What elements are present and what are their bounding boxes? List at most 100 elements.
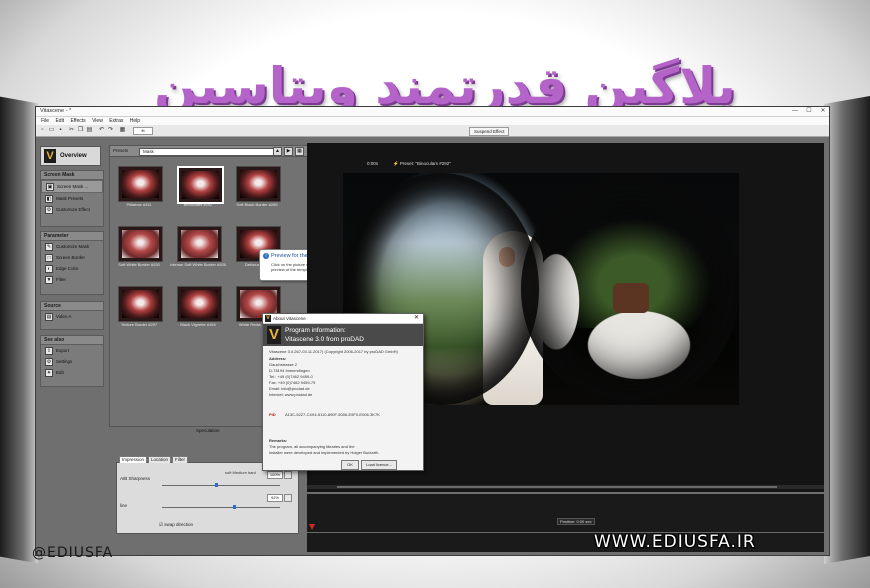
tab-impression[interactable]: Impression (119, 456, 148, 463)
vitascene-logo-icon: V (267, 326, 281, 344)
export-item[interactable]: ⇪ Export (41, 345, 103, 356)
customize-mask-item[interactable]: ✎ Customize Mask (41, 241, 103, 252)
tab-filter[interactable]: Filter (172, 456, 189, 463)
border-icon: □ (45, 253, 53, 262)
maximize-button[interactable]: ☐ (805, 107, 813, 116)
menu-view[interactable]: View (92, 117, 103, 125)
sharpness-slider[interactable] (162, 483, 280, 487)
copy-icon[interactable]: ❐ (77, 127, 84, 134)
preset-up-icon[interactable]: ▲ (273, 147, 282, 156)
menu-effects[interactable]: Effects (70, 117, 85, 125)
dialog-close-button[interactable]: ✕ (414, 314, 419, 323)
source-panel: Source ▤ Video A (40, 301, 104, 330)
address-line: D-78194 Immendingen (269, 368, 310, 373)
preset-caption: Pillarbox #311 (126, 202, 152, 207)
line-spinner[interactable] (284, 494, 292, 502)
preset-image (240, 170, 277, 198)
preset-grid-icon[interactable]: ▦ (295, 147, 304, 156)
title-bar: Vitascene - * — ☐ ✕ (36, 107, 829, 117)
menu-bar: File Edit Effects View Extras Help (36, 117, 829, 125)
preset-thumb[interactable] (177, 226, 222, 262)
menu-edit[interactable]: Edit (55, 117, 64, 125)
new-file-icon[interactable]: ▫ (39, 127, 46, 134)
right-bevel-decoration (824, 95, 870, 565)
preset-image (181, 230, 218, 258)
edit-label: Edit (56, 370, 64, 375)
pid-value: A13C-5227-C4X4-5110-890F-5006-E5F0-E006-… (285, 412, 380, 417)
parameter-editor: Impression Location Filter soft Medium h… (116, 456, 299, 534)
sharpness-slider-knob[interactable] (215, 483, 219, 487)
gear-icon: ⚙ (45, 205, 53, 214)
preset-play-icon[interactable]: ▶ (284, 147, 293, 156)
preset-thumb-selected[interactable] (177, 166, 224, 204)
version-text: Vitascene 3.0.267-03.11.2017) (Copyright… (269, 349, 398, 354)
preset-thumb[interactable] (177, 286, 222, 322)
close-button[interactable]: ✕ (819, 107, 827, 116)
preset-image (122, 170, 159, 198)
preset-buttons: ▲ ▶ ▦ (273, 147, 304, 156)
toolbar: ▫ ▭ ▪ ✂ ❐ ▤ ↶ ↷ ▦ fit Suspend Effect (36, 125, 829, 137)
zoom-select[interactable]: fit (133, 127, 153, 135)
export-label: Export (56, 348, 70, 353)
screen-border-item[interactable]: □ Screen Border (41, 252, 103, 263)
line-slider-knob[interactable] (232, 505, 236, 509)
suspend-effect-button[interactable]: Suspend Effect (469, 127, 510, 136)
sharpness-spinner[interactable] (284, 471, 292, 479)
preset-thumb[interactable] (118, 166, 163, 202)
export-icon: ⇪ (45, 346, 53, 355)
preset-readout: ⚡ Preset: "Binoculars #292" (393, 161, 451, 166)
line-slider[interactable] (162, 505, 280, 509)
preset-caption: Soft Black Border #285 (236, 202, 278, 207)
minimize-button[interactable]: — (791, 107, 799, 116)
preset-caption: Binoculars #292 (183, 202, 213, 207)
about-dialog: V About Vitascene ✕ V Program informatio… (262, 313, 424, 471)
tab-location[interactable]: Location (148, 456, 172, 463)
save-icon[interactable]: ▪ (57, 127, 64, 134)
menu-extras[interactable]: Extras (109, 117, 123, 125)
undo-icon[interactable]: ↶ (98, 127, 105, 134)
line-value[interactable]: 92% (267, 494, 283, 502)
screen-mask-panel: Screen Mask ▣ Screen Mask ... ◧ Mask Pre… (40, 170, 104, 227)
pid-label: PID (269, 412, 276, 417)
edge-color-item[interactable]: ◐ Edge Color (41, 263, 103, 274)
menu-file[interactable]: File (41, 117, 49, 125)
see-also-panel: See also ⇪ Export ⚙ Settings ✦ Edit (40, 335, 104, 387)
layout-icon[interactable]: ▦ (119, 127, 126, 134)
preset-thumb[interactable] (118, 286, 163, 322)
ok-button[interactable]: OK (341, 460, 359, 470)
playhead-marker[interactable] (309, 524, 315, 530)
edit-item[interactable]: ✦ Edit (41, 367, 103, 378)
overview-button[interactable]: V Overview (40, 146, 101, 166)
preset-thumb[interactable] (118, 226, 163, 262)
website-url[interactable]: WWW.EDIUSFA.IR (594, 532, 756, 552)
swap-direction-checkbox[interactable]: ☑ swap direction (159, 522, 193, 528)
see-also-heading: See also (41, 336, 103, 345)
remarks-line: installer were developed and implemented… (269, 450, 380, 455)
sharpness-value[interactable]: 100% (267, 471, 283, 479)
screen-mask-label: Screen Mask ... (57, 184, 89, 189)
mask-presets-label: Mask Presets (56, 196, 84, 201)
paste-icon[interactable]: ▤ (86, 127, 93, 134)
screen-mask-item[interactable]: ▣ Screen Mask ... (41, 180, 103, 193)
load-licence-button[interactable]: Load licence... (361, 460, 397, 470)
customize-effect-item[interactable]: ⚙ Customize Effect (41, 204, 103, 215)
redo-icon[interactable]: ↷ (107, 127, 114, 134)
stage: پلاگین قدرتمند ویتاسین ۳ Vitascene - * —… (0, 0, 870, 588)
open-folder-icon[interactable]: ▭ (48, 127, 55, 134)
menu-help[interactable]: Help (130, 117, 140, 125)
presets-footer: Speculation (196, 428, 220, 433)
preset-category-select[interactable]: Mask (139, 148, 278, 156)
viewer-scrollbar[interactable] (307, 485, 824, 489)
filter-item[interactable]: ▼ Filter (41, 274, 103, 285)
video-a-item[interactable]: ▤ Video A (41, 311, 103, 322)
mask-presets-item[interactable]: ◧ Mask Presets (41, 193, 103, 204)
info-icon: i (263, 253, 269, 259)
dialog-heading-2: Vitascene 3.0 from proDAD (285, 336, 364, 343)
preset-thumb[interactable] (236, 166, 281, 202)
scrollbar-thumb[interactable] (337, 486, 777, 488)
preset-readout-text: Preset: "Binoculars #292" (399, 161, 451, 166)
settings-item[interactable]: ⚙ Settings (41, 356, 103, 367)
color-icon: ◐ (45, 264, 53, 273)
remarks-line: The program, all accompanying libraries … (269, 444, 355, 449)
cut-icon[interactable]: ✂ (68, 127, 75, 134)
